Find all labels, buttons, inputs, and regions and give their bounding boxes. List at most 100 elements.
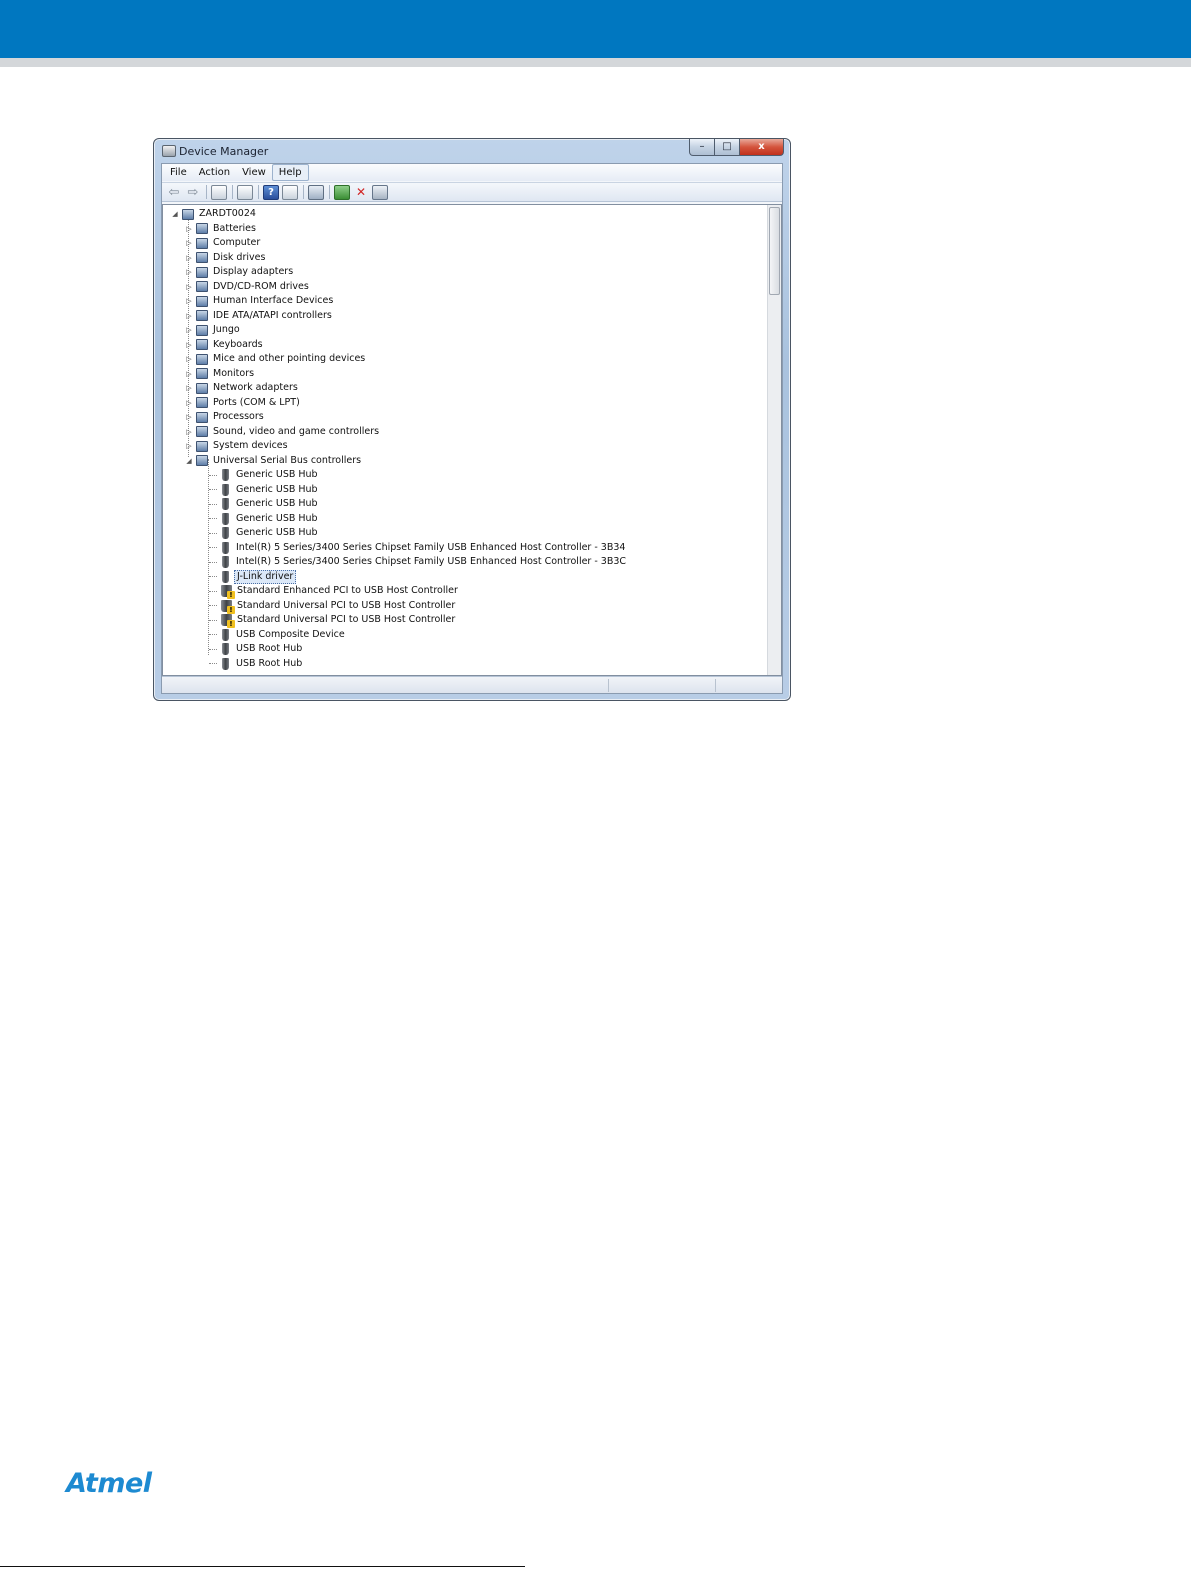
tree-device-j-link-driver[interactable]: J-Link driver <box>209 569 297 584</box>
title-bar[interactable]: Device Manager – □ x <box>154 139 790 163</box>
tree-category-network-adapters[interactable]: ▷ Network adapters <box>185 381 300 395</box>
collapse-arrow-icon[interactable]: ▷ <box>185 425 193 439</box>
close-button[interactable]: x <box>740 139 784 156</box>
tree-connector <box>209 634 217 635</box>
tree-device-label: Standard Universal PCI to USB Host Contr… <box>237 614 456 625</box>
tree-category-mice-and-other-pointing-devices[interactable]: ▷ Mice and other pointing devices <box>185 352 367 366</box>
tree-category-label: System devices <box>213 440 288 451</box>
tree-device-usb-composite-device[interactable]: USB Composite Device <box>209 628 347 642</box>
tree-category-human-interface-devices[interactable]: ▷ Human Interface Devices <box>185 294 335 308</box>
tree-device-generic-usb-hub[interactable]: Generic USB Hub <box>209 483 320 497</box>
collapse-arrow-icon[interactable]: ▷ <box>185 381 193 395</box>
tree-category-sound-video-and-game-controllers[interactable]: ▷ Sound, video and game controllers <box>185 425 381 439</box>
collapse-arrow-icon[interactable]: ▷ <box>185 222 193 236</box>
forward-button[interactable]: ⇨ <box>185 185 201 200</box>
tree-category-processors[interactable]: ▷ Processors <box>185 410 266 424</box>
toolbar-separator <box>206 185 207 199</box>
tree-device-generic-usb-hub[interactable]: Generic USB Hub <box>209 512 320 526</box>
scan-hardware-icon[interactable] <box>308 184 324 200</box>
usb-warning-icon <box>221 599 235 614</box>
tree-category-ports-com-lpt[interactable]: ▷ Ports (COM & LPT) <box>185 396 302 410</box>
tree-connector <box>209 518 217 519</box>
usb-device-icon <box>222 570 229 583</box>
device-tree[interactable]: ◢ ZARDT0024 ▷ Batteries ▷ Computer ▷ Disk drive… <box>162 204 782 676</box>
collapse-arrow-icon[interactable]: ▷ <box>185 410 193 424</box>
collapse-arrow-icon[interactable]: ▷ <box>185 309 193 323</box>
tree-category-label: DVD/CD-ROM drives <box>213 280 309 292</box>
show-hide-console-tree-icon[interactable] <box>211 184 227 200</box>
batteries-icon <box>196 223 208 234</box>
tree-category-computer[interactable]: ▷ Computer <box>185 236 262 250</box>
page-header-band <box>0 0 1191 58</box>
uninstall-icon[interactable]: ✕ <box>353 185 369 200</box>
tree-device-label: Generic USB Hub <box>236 469 318 480</box>
tree-device-standard-universal-pci-to-usb-host-controller[interactable]: Standard Universal PCI to USB Host Contr… <box>209 599 457 614</box>
collapse-arrow-icon[interactable]: ▷ <box>185 294 193 308</box>
tree-device-generic-usb-hub[interactable]: Generic USB Hub <box>209 468 320 482</box>
collapse-arrow-icon[interactable]: ▷ <box>185 367 193 381</box>
tree-connector <box>209 474 217 476</box>
properties-icon[interactable] <box>237 184 253 200</box>
show-hide-action-pane-icon[interactable] <box>282 184 298 200</box>
back-button[interactable]: ⇦ <box>166 185 182 200</box>
expand-arrow-icon[interactable]: ◢ <box>185 454 193 468</box>
update-driver-icon[interactable] <box>334 184 350 200</box>
tree-category-universal-serial-bus-controllers[interactable]: ◢ Universal Serial Bus controllers <box>185 454 363 468</box>
tree-root[interactable]: ◢ ZARDT0024 <box>171 207 258 221</box>
tree-category-monitors[interactable]: ▷ Monitors <box>185 367 256 381</box>
tree-category-disk-drives[interactable]: ▷ Disk drives <box>185 251 267 265</box>
collapse-arrow-icon[interactable]: ▷ <box>185 396 193 410</box>
tree-device-intel-r-5-series-3400-series-chipset-family-usb-enhanced-host-controller-3b3c[interactable]: Intel(R) 5 Series/3400 Series Chipset Fa… <box>209 555 628 569</box>
collapse-arrow-icon[interactable]: ▷ <box>185 251 193 265</box>
menu-file[interactable]: File <box>164 165 193 180</box>
collapse-arrow-icon[interactable]: ▷ <box>185 265 193 279</box>
scroll-thumb[interactable] <box>769 207 780 295</box>
tree-category-system-devices[interactable]: ▷ System devices <box>185 439 290 453</box>
usb-device-icon <box>222 527 229 539</box>
tree-category-label: IDE ATA/ATAPI controllers <box>213 309 332 321</box>
toolbar-separator <box>329 185 330 199</box>
tree-category-keyboards[interactable]: ▷ Keyboards <box>185 338 265 352</box>
tree-device-generic-usb-hub[interactable]: Generic USB Hub <box>209 526 320 540</box>
vertical-scrollbar[interactable] <box>767 205 781 675</box>
tree-category-label: Display adapters <box>213 266 294 277</box>
tree-device-generic-usb-hub[interactable]: Generic USB Hub <box>209 497 320 511</box>
status-separator <box>715 679 716 692</box>
tree-category-ide-ata-atapi-controllers[interactable]: ▷ IDE ATA/ATAPI controllers <box>185 309 334 323</box>
collapse-arrow-icon[interactable]: ▷ <box>185 439 193 453</box>
tree-device-usb-root-hub[interactable]: USB Root Hub <box>209 657 304 671</box>
universal-serial-bus-controllers-icon <box>196 455 208 466</box>
computer-icon <box>196 237 208 249</box>
tree-device-intel-r-5-series-3400-series-chipset-family-usb-enhanced-host-controller-3b34[interactable]: Intel(R) 5 Series/3400 Series Chipset Fa… <box>209 541 627 555</box>
collapse-arrow-icon[interactable]: ▷ <box>185 236 193 250</box>
tree-category-label: Keyboards <box>213 338 263 350</box>
atmel-logo: Atmel <box>66 1468 152 1499</box>
menu-view[interactable]: View <box>236 165 272 180</box>
collapse-arrow-icon[interactable]: ▷ <box>185 338 193 352</box>
window-client: File Action View Help ⇦ ⇨ ? ✕ ◢ ZARDT002… <box>161 163 783 694</box>
maximize-button[interactable]: □ <box>715 139 740 156</box>
menu-bar: File Action View Help <box>162 164 782 181</box>
collapse-arrow-icon[interactable]: ▷ <box>185 352 193 366</box>
tree-category-dvd-cd-rom-drives[interactable]: ▷ DVD/CD-ROM drives <box>185 280 311 294</box>
tree-device-label: Standard Enhanced PCI to USB Host Contro… <box>237 585 458 596</box>
processors-icon <box>196 411 208 423</box>
tree-device-standard-universal-pci-to-usb-host-controller[interactable]: Standard Universal PCI to USB Host Contr… <box>209 613 457 628</box>
tree-device-label: USB Root Hub <box>236 657 303 669</box>
tree-category-jungo[interactable]: ▷ Jungo <box>185 323 242 337</box>
minimize-button[interactable]: – <box>689 139 715 156</box>
tree-category-batteries[interactable]: ▷ Batteries <box>185 222 258 236</box>
tree-category-display-adapters[interactable]: ▷ Display adapters <box>185 265 295 279</box>
disable-device-icon[interactable] <box>372 184 388 200</box>
tree-category-label: Sound, video and game controllers <box>213 425 380 437</box>
menu-help[interactable]: Help <box>271 164 309 181</box>
menu-action[interactable]: Action <box>193 165 236 180</box>
tree-device-usb-root-hub[interactable]: USB Root Hub <box>209 642 304 656</box>
collapse-arrow-icon[interactable]: ▷ <box>185 323 193 337</box>
tree-device-standard-enhanced-pci-to-usb-host-controller[interactable]: Standard Enhanced PCI to USB Host Contro… <box>209 584 460 599</box>
usb-warning-icon <box>221 585 235 599</box>
expand-arrow-icon[interactable]: ◢ <box>171 207 179 221</box>
collapse-arrow-icon[interactable]: ▷ <box>185 280 193 294</box>
dvd-cd-rom-drives-icon <box>196 281 208 292</box>
help-icon[interactable]: ? <box>263 184 279 200</box>
